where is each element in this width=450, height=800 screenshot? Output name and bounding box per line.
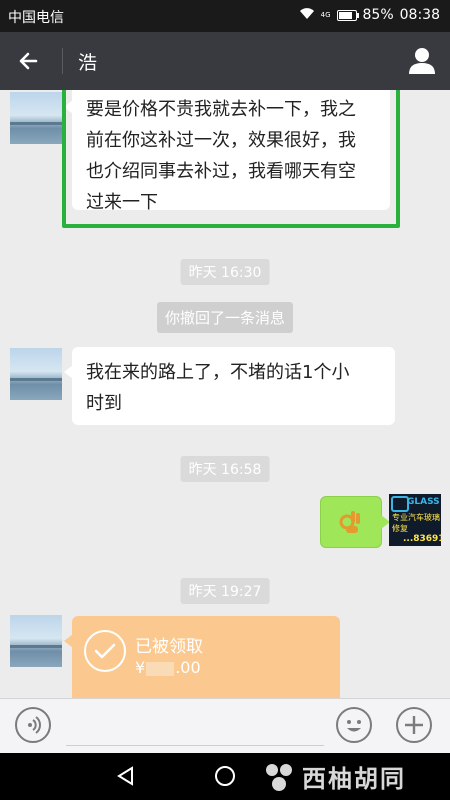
amount-decimals: .00 xyxy=(175,658,201,677)
ok-hand-emoji-icon xyxy=(337,508,363,540)
contact-profile-icon[interactable] xyxy=(406,44,438,76)
contact-avatar[interactable] xyxy=(10,615,62,667)
battery-icon xyxy=(336,9,359,21)
avatar-brand-text: GLASS xyxy=(407,497,440,507)
timestamp: 昨天 16:58 xyxy=(180,456,270,482)
back-arrow-icon[interactable] xyxy=(14,46,44,76)
status-bar: 中国电信 4G 85% 08:38 xyxy=(0,0,450,32)
my-avatar[interactable]: GLASS 专业汽车玻璃修复 ...836916 xyxy=(389,494,441,546)
blurred-amount xyxy=(146,661,175,676)
nav-home-icon[interactable] xyxy=(214,765,236,791)
wifi-icon xyxy=(299,7,315,23)
nav-back-icon[interactable] xyxy=(115,765,137,791)
my-message-bubble[interactable] xyxy=(320,496,390,548)
red-packet-status: 已被领取 xyxy=(135,637,203,657)
watermark: 西柚胡同 xyxy=(262,759,406,794)
red-packet-card[interactable]: 已被领取 ¥ .00 xyxy=(64,616,340,698)
highlight-frame xyxy=(62,90,400,228)
recall-notice: 你撤回了一条消息 xyxy=(156,302,294,333)
system-nav-bar: 西柚胡同 xyxy=(0,753,450,800)
message-bubble[interactable]: 我在来的路上了，不堵的话1个小 时到 xyxy=(64,347,395,425)
clock: 08:38 xyxy=(399,7,440,23)
contact-avatar[interactable] xyxy=(10,92,62,144)
voice-input-icon[interactable] xyxy=(15,707,51,743)
timestamp: 昨天 16:30 xyxy=(180,259,270,285)
battery-percent: 85% xyxy=(362,7,394,23)
emoji-icon[interactable] xyxy=(336,707,372,743)
header-divider xyxy=(62,48,63,74)
watermark-logo-icon xyxy=(266,763,292,791)
watermark-text: 西柚胡同 xyxy=(302,765,406,793)
network-type-label: 4G xyxy=(320,10,331,19)
chat-area[interactable]: 要是价格不贵我就去补一下，我之 前在你这补过一次，效果很好，我 也介绍同事去补过… xyxy=(0,90,450,698)
message-input[interactable] xyxy=(66,707,324,746)
avatar-phone: ...836916 xyxy=(403,534,441,544)
message-line: 我在来的路上了，不堵的话1个小 xyxy=(86,362,350,383)
chat-title: 浩 xyxy=(78,52,98,74)
status-right: 4G 85% 08:38 xyxy=(299,7,440,23)
carrier-label: 中国电信 xyxy=(8,10,64,26)
currency-symbol: ¥ xyxy=(135,658,146,677)
chat-header: 浩 xyxy=(0,32,450,90)
input-bar xyxy=(0,698,450,754)
avatar-text: 专业汽车玻璃修复 xyxy=(392,513,440,533)
message-line: 时到 xyxy=(86,393,122,414)
red-packet-amount: ¥ .00 xyxy=(135,658,201,677)
contact-avatar[interactable] xyxy=(10,348,62,400)
more-options-plus-icon[interactable] xyxy=(396,707,432,743)
checkmark-icon xyxy=(84,630,126,672)
timestamp: 昨天 19:27 xyxy=(180,578,270,604)
